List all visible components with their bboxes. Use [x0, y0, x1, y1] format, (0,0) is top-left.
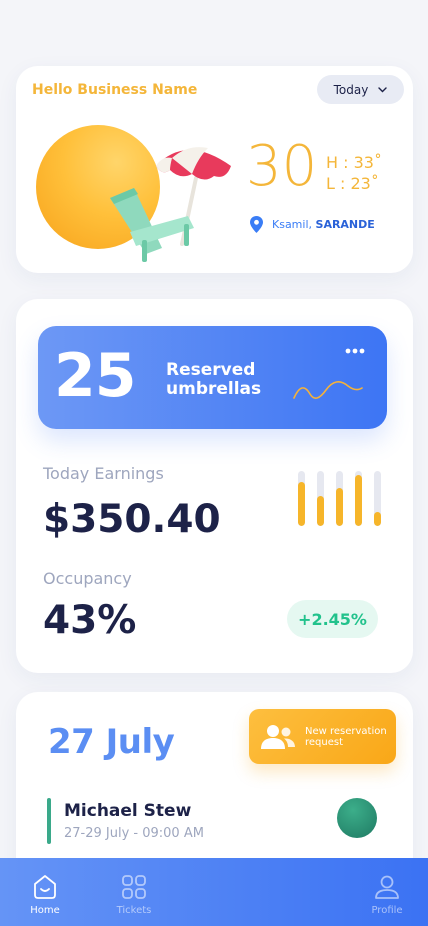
- stats-card: 25 Reserved umbrellas Today Earnings $35…: [16, 299, 413, 673]
- chevron-down-icon: [378, 86, 388, 92]
- list-item[interactable]: Michael Stew 27-29 July - 09:00 AM: [47, 798, 377, 844]
- schedule-date: 27 July: [48, 722, 175, 762]
- profile-icon: [375, 875, 399, 899]
- nav-item-profile[interactable]: Profile: [357, 873, 417, 916]
- home-icon: [34, 875, 56, 899]
- reserved-umbrellas-banner[interactable]: 25 Reserved umbrellas: [38, 326, 387, 429]
- location-pin-icon: [250, 216, 263, 233]
- earnings-bar-4: [355, 471, 362, 526]
- temperature-value: 30: [246, 134, 318, 199]
- greeting-text: Hello Business Name: [32, 82, 198, 98]
- earnings-value: $350.40: [43, 497, 221, 542]
- location-place: Ksamil,: [272, 218, 313, 231]
- trend-squiggle-icon: [293, 381, 363, 399]
- grid-icon: [122, 875, 146, 899]
- bottom-navigation: Home Tickets Profile: [0, 858, 428, 926]
- earnings-bar-2: [317, 471, 324, 526]
- reservation-accent-bar: [47, 798, 51, 844]
- occupancy-value: 43%: [43, 598, 137, 643]
- earnings-bar-fill-1: [298, 482, 305, 526]
- period-value: Today: [333, 82, 369, 97]
- avatar[interactable]: [337, 798, 377, 838]
- guest-name: Michael Stew: [64, 801, 192, 821]
- new-reservation-request-button[interactable]: New reservation request: [249, 709, 396, 764]
- earnings-bar-fill-3: [336, 487, 343, 526]
- reserved-count: 25: [54, 341, 136, 411]
- new-reservation-request-label: New reservation request: [305, 725, 387, 748]
- nav-label-home: Home: [30, 905, 60, 916]
- occupancy-label: Occupancy: [43, 569, 132, 588]
- earnings-bar-1: [298, 471, 305, 526]
- earnings-bar-fill-5: [374, 512, 381, 526]
- low-temperature: L : 23˚: [326, 174, 379, 193]
- earnings-bar-chart: [298, 471, 381, 526]
- high-low-temperature: H : 33˚ L : 23˚: [326, 152, 382, 194]
- high-temperature: H : 33˚: [326, 153, 382, 172]
- occupancy-change-badge: +2.45%: [287, 600, 378, 638]
- earnings-bar-fill-2: [317, 495, 324, 526]
- nav-item-tickets[interactable]: Tickets: [104, 873, 164, 916]
- location-text: Ksamil, SARANDE: [272, 218, 375, 231]
- earnings-bar-fill-4: [355, 475, 362, 526]
- period-dropdown[interactable]: Today: [317, 75, 404, 104]
- users-icon: [261, 724, 295, 749]
- location[interactable]: Ksamil, SARANDE: [250, 216, 375, 233]
- earnings-bar-3: [336, 471, 343, 526]
- nav-label-tickets: Tickets: [116, 905, 152, 916]
- reserved-label: Reserved umbrellas: [166, 360, 262, 399]
- nav-item-home[interactable]: Home: [15, 873, 75, 916]
- weather-card: Hello Business Name Today 30 H : 33˚ L :…: [16, 66, 413, 273]
- beach-chair-umbrella-illustration: [110, 147, 231, 262]
- more-options-icon[interactable]: [345, 348, 365, 354]
- earnings-bar-5: [374, 471, 381, 526]
- guest-dates: 27-29 July - 09:00 AM: [64, 826, 204, 841]
- location-city: SARANDE: [315, 218, 375, 231]
- earnings-label: Today Earnings: [43, 464, 164, 483]
- nav-label-profile: Profile: [371, 905, 403, 916]
